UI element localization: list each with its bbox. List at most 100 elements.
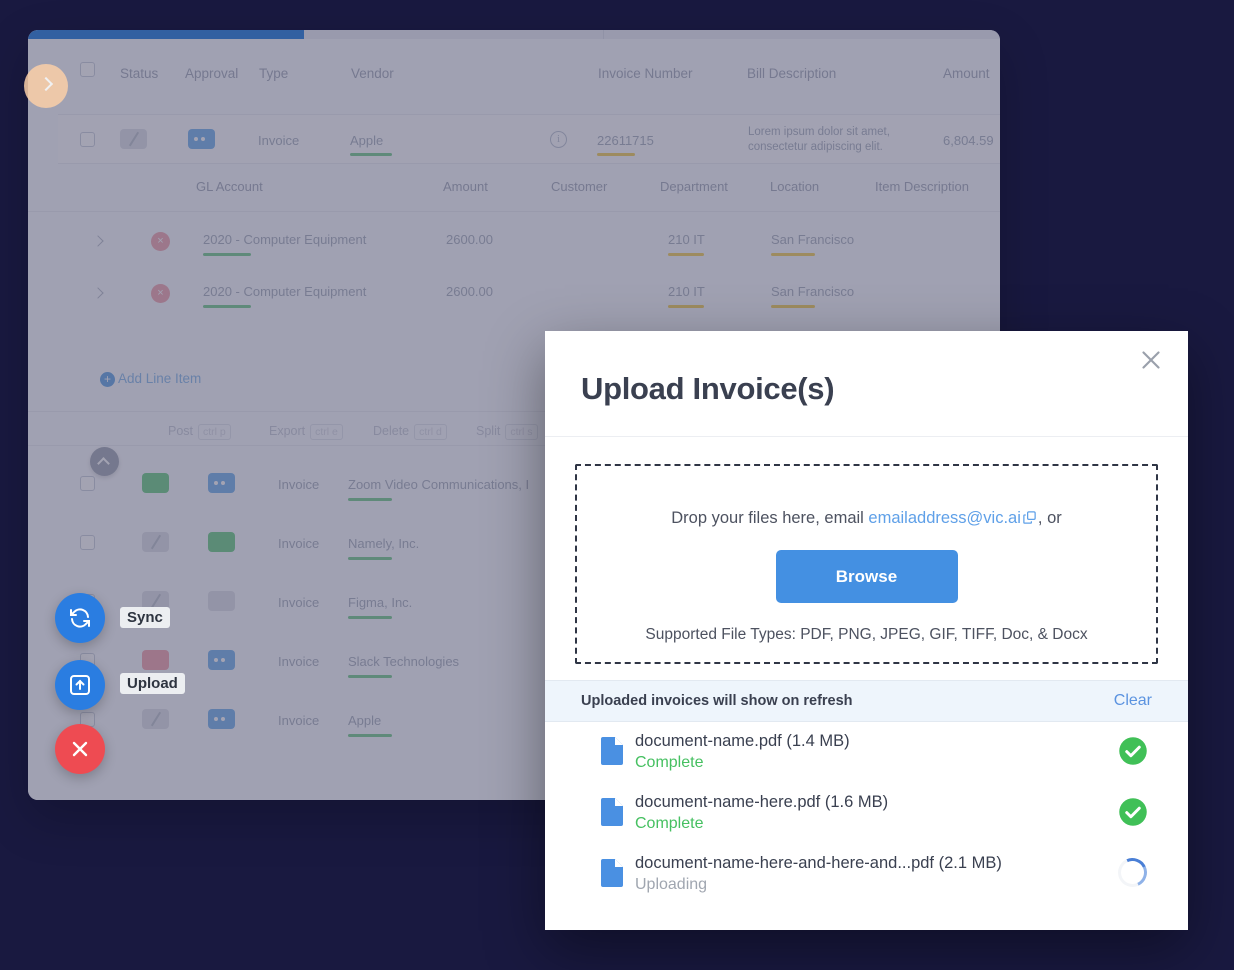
invoice-number-underline bbox=[597, 153, 635, 156]
modal-header: Upload Invoice(s) bbox=[545, 331, 1188, 437]
li-gl-account: 2020 - Computer Equipment bbox=[203, 284, 367, 299]
toolbar-export-shortcut: ctrl e bbox=[310, 424, 343, 440]
expand-chevron-icon[interactable] bbox=[92, 235, 104, 247]
toolbar-split-label: Split bbox=[476, 424, 501, 438]
cell-vendor: Figma, Inc. bbox=[348, 595, 413, 610]
approval-pill[interactable] bbox=[208, 532, 235, 552]
file-icon bbox=[601, 798, 623, 831]
tab-active-indicator[interactable] bbox=[28, 30, 304, 39]
invoice-row-expanded[interactable]: Invoice Apple i 22611715 Lorem ipsum dol… bbox=[58, 114, 1000, 164]
dropzone-text-after: , or bbox=[1037, 509, 1062, 527]
close-fab-button[interactable] bbox=[55, 724, 105, 774]
remove-line-icon[interactable]: × bbox=[151, 232, 170, 251]
sidebar-expand-handle[interactable] bbox=[24, 64, 68, 108]
info-icon[interactable]: i bbox=[550, 131, 567, 148]
approval-pill[interactable] bbox=[208, 709, 235, 729]
line-item-row[interactable]: × 2020 - Computer Equipment 2600.00 210 … bbox=[28, 271, 993, 323]
sync-fab-button[interactable] bbox=[55, 593, 105, 643]
cell-bill-description-1: Lorem ipsum dolor sit amet, bbox=[748, 126, 890, 138]
approval-pill[interactable] bbox=[188, 129, 215, 149]
toolbar-post-button[interactable]: Post ctrl p bbox=[168, 424, 231, 440]
toolbar-split-shortcut: ctrl s bbox=[505, 424, 538, 440]
collapse-button[interactable] bbox=[90, 447, 119, 476]
status-pill[interactable] bbox=[120, 129, 147, 149]
file-icon bbox=[601, 859, 623, 892]
vendor-underline bbox=[350, 153, 392, 156]
row-checkbox[interactable] bbox=[80, 132, 95, 147]
copy-icon[interactable] bbox=[1022, 510, 1037, 530]
modal-title: Upload Invoice(s) bbox=[581, 371, 835, 406]
supported-file-types: Supported File Types: PDF, PNG, JPEG, GI… bbox=[645, 626, 1088, 643]
chevron-up-icon bbox=[97, 457, 110, 470]
status-pill[interactable] bbox=[142, 650, 169, 670]
approval-pill[interactable] bbox=[208, 591, 235, 611]
li-amount: 2600.00 bbox=[446, 232, 493, 247]
file-dropzone[interactable]: Drop your files here, email emailaddress… bbox=[575, 464, 1158, 664]
line-item-row[interactable]: × 2020 - Computer Equipment 2600.00 210 … bbox=[28, 219, 993, 271]
remove-line-icon[interactable]: × bbox=[151, 284, 170, 303]
upload-invoices-modal: Upload Invoice(s) Drop your files here, … bbox=[545, 331, 1188, 930]
plus-icon: + bbox=[100, 372, 115, 387]
file-icon bbox=[601, 737, 623, 770]
toolbar-delete-button[interactable]: Delete ctrl d bbox=[373, 424, 447, 440]
vendor-underline bbox=[348, 675, 392, 678]
email-address-link[interactable]: emailaddress@vic.ai bbox=[868, 509, 1020, 527]
dept-underline bbox=[668, 305, 704, 308]
col-vendor: Vendor bbox=[351, 66, 394, 81]
file-list-item[interactable]: document-name-here.pdf (1.6 MB) Complete bbox=[545, 783, 1188, 844]
file-list-item[interactable]: document-name.pdf (1.4 MB) Complete bbox=[545, 722, 1188, 783]
upload-fab-label: Upload bbox=[120, 673, 185, 694]
row-checkbox[interactable] bbox=[80, 476, 95, 491]
cell-type: Invoice bbox=[278, 595, 320, 610]
col-approval: Approval bbox=[185, 66, 239, 81]
screen-root: Status Approval Type Vendor Invoice Numb… bbox=[0, 0, 1234, 970]
vendor-underline bbox=[348, 616, 392, 619]
status-pill[interactable] bbox=[142, 709, 169, 729]
uploaded-file-list: document-name.pdf (1.4 MB) Complete docu… bbox=[545, 722, 1188, 905]
close-icon bbox=[1142, 351, 1160, 369]
li-col-item-description: Item Description bbox=[875, 179, 969, 194]
vendor-underline bbox=[348, 734, 392, 737]
row-checkbox[interactable] bbox=[80, 535, 95, 550]
close-icon bbox=[72, 741, 88, 757]
toolbar-split-button[interactable]: Split ctrl s bbox=[476, 424, 538, 440]
approval-pill[interactable] bbox=[208, 473, 235, 493]
app-tabbar bbox=[28, 30, 1000, 39]
file-status: Uploading bbox=[635, 876, 708, 893]
vendor-underline bbox=[348, 557, 392, 560]
add-line-item-label: Add Line Item bbox=[118, 371, 202, 386]
sync-icon bbox=[70, 608, 90, 628]
li-location: San Francisco bbox=[771, 284, 855, 299]
col-bill-description: Bill Description bbox=[747, 66, 837, 81]
sync-fab-label: Sync bbox=[120, 607, 170, 628]
toolbar-export-button[interactable]: Export ctrl e bbox=[269, 424, 343, 440]
expand-chevron-icon[interactable] bbox=[92, 287, 104, 299]
cell-type: Invoice bbox=[278, 713, 320, 728]
cell-type: Invoice bbox=[278, 654, 320, 669]
add-line-item-button[interactable]: + Add Line Item bbox=[100, 371, 202, 387]
li-location: San Francisco bbox=[771, 232, 855, 247]
modal-close-button[interactable] bbox=[1136, 345, 1166, 375]
tab-separator bbox=[603, 30, 604, 39]
cell-vendor: Zoom Video Communications, I bbox=[348, 477, 530, 492]
approval-pill[interactable] bbox=[208, 650, 235, 670]
status-pill[interactable] bbox=[142, 532, 169, 552]
browse-button[interactable]: Browse bbox=[775, 550, 958, 603]
dropzone-text-before: Drop your files here, email bbox=[671, 509, 869, 527]
file-list-item[interactable]: document-name-here-and-here-and...pdf (2… bbox=[545, 844, 1188, 905]
loc-underline bbox=[771, 253, 815, 256]
li-gl-account: 2020 - Computer Equipment bbox=[203, 232, 367, 247]
upload-fab-button[interactable] bbox=[55, 660, 105, 710]
clear-link[interactable]: Clear bbox=[1114, 692, 1152, 710]
file-status: Complete bbox=[635, 754, 704, 771]
li-col-location: Location bbox=[770, 179, 820, 194]
file-name: document-name-here.pdf (1.6 MB) bbox=[635, 793, 889, 811]
cell-type: Invoice bbox=[278, 477, 320, 492]
cell-vendor: Apple bbox=[350, 133, 384, 148]
cell-vendor: Slack Technologies bbox=[348, 654, 460, 669]
dept-underline bbox=[668, 253, 704, 256]
status-pill[interactable] bbox=[142, 473, 169, 493]
li-col-department: Department bbox=[660, 179, 728, 194]
status-spinner-icon bbox=[1113, 853, 1152, 892]
select-all-checkbox[interactable] bbox=[80, 62, 95, 77]
